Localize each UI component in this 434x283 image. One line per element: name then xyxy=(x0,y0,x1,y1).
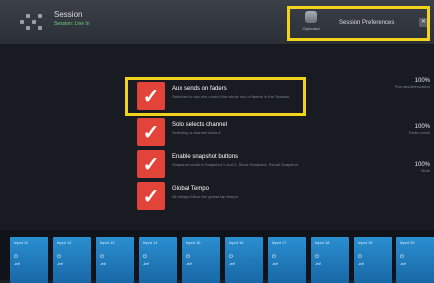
setting-label: Solo selects channel xyxy=(172,122,228,128)
setting-enable-snapshot-buttons[interactable]: ✓ Enable snapshot buttons Snapshot recal… xyxy=(132,150,312,180)
power-icon: ⏻ xyxy=(14,254,18,260)
input-channel-name: Input 19 xyxy=(358,240,373,245)
input-channel-name: Input 14 xyxy=(143,240,158,245)
input-channel-tile[interactable]: Input 20 ⏻ -inf xyxy=(396,237,434,283)
setting-global-tempo[interactable]: ✓ Global Tempo All delays follow the glo… xyxy=(132,182,312,212)
side-value-1[interactable]: 100% Pan law/attenuation xyxy=(395,78,430,89)
side-value-description: Mute xyxy=(421,168,430,173)
session-subtitle: Session: Line In xyxy=(54,21,90,27)
input-channel-name: Input 16 xyxy=(229,240,244,245)
setting-description: Selecting a channel solos it. xyxy=(172,130,222,135)
power-icon: ⏻ xyxy=(100,254,104,260)
global-tempo-checkbox[interactable]: ✓ xyxy=(137,182,165,210)
setting-description: All delays follow the global tap tempo xyxy=(172,194,238,199)
power-icon: ⏻ xyxy=(186,254,190,260)
input-channel-tile[interactable]: Input 12 ⏻ -inf xyxy=(53,237,91,283)
power-icon: ⏻ xyxy=(229,254,233,260)
setting-solo-selects-channel[interactable]: ✓ Solo selects channel Selecting a chann… xyxy=(132,118,312,148)
power-icon: ⏻ xyxy=(358,254,362,260)
input-channel-value: -inf xyxy=(272,261,278,266)
input-channel-tile[interactable]: Input 16 ⏻ -inf xyxy=(225,237,263,283)
side-value-description: Pan law/attenuation xyxy=(394,84,430,89)
session-title: Session xyxy=(54,10,83,19)
side-value-description: Fader curve xyxy=(408,130,430,135)
input-channel-value: -inf xyxy=(315,261,321,266)
input-channel-tile[interactable]: Input 13 ⏻ -inf xyxy=(96,237,134,283)
input-channel-name: Input 17 xyxy=(272,240,287,245)
power-icon: ⏻ xyxy=(400,254,404,260)
input-channel-tile[interactable]: Input 19 ⏻ -inf xyxy=(354,237,392,283)
input-channel-name: Input 13 xyxy=(100,240,115,245)
input-channel-value: -inf xyxy=(229,261,235,266)
input-channel-value: -inf xyxy=(57,261,63,266)
input-channel-name: Input 15 xyxy=(186,240,201,245)
power-icon: ⏻ xyxy=(143,254,147,260)
app-logo-icon xyxy=(20,14,46,30)
side-value-3[interactable]: 100% Mute xyxy=(415,162,430,173)
input-channel-value: -inf xyxy=(100,261,106,266)
input-channel-name: Input 11 xyxy=(14,240,29,245)
setting-description: Snapshot recall in Snapshot 1 and 2, Sho… xyxy=(172,162,298,167)
power-icon: ⏻ xyxy=(57,254,61,260)
input-channel-tile[interactable]: Input 11 ⏻ -inf xyxy=(10,237,48,283)
input-channel-tile[interactable]: Input 17 ⏻ -inf xyxy=(268,237,306,283)
input-channel-tile[interactable]: Input 14 ⏻ -inf xyxy=(139,237,177,283)
preferences-highlight xyxy=(287,6,430,41)
input-channels-bar: Input 11 ⏻ -inf Input 12 ⏻ -inf Input 13… xyxy=(0,230,434,283)
solo-selects-checkbox[interactable]: ✓ xyxy=(137,118,165,146)
input-channel-name: Input 12 xyxy=(57,240,72,245)
input-channel-value: -inf xyxy=(358,261,364,266)
input-channel-value: -inf xyxy=(186,261,192,266)
power-icon: ⏻ xyxy=(315,254,319,260)
setting-highlight xyxy=(125,77,306,116)
power-icon: ⏻ xyxy=(272,254,276,260)
input-channel-name: Input 18 xyxy=(315,240,330,245)
snapshot-buttons-checkbox[interactable]: ✓ xyxy=(137,150,165,178)
input-channel-tile[interactable]: Input 15 ⏻ -inf xyxy=(182,237,220,283)
input-channel-value: -inf xyxy=(143,261,149,266)
input-channel-name: Input 20 xyxy=(400,240,415,245)
input-channel-value: -inf xyxy=(400,261,406,266)
input-channel-value: -inf xyxy=(14,261,20,266)
setting-label: Global Tempo xyxy=(172,186,209,192)
side-value-2[interactable]: 100% Fader curve xyxy=(409,124,430,135)
setting-label: Enable snapshot buttons xyxy=(172,154,239,160)
input-channel-tile[interactable]: Input 18 ⏻ -inf xyxy=(311,237,349,283)
